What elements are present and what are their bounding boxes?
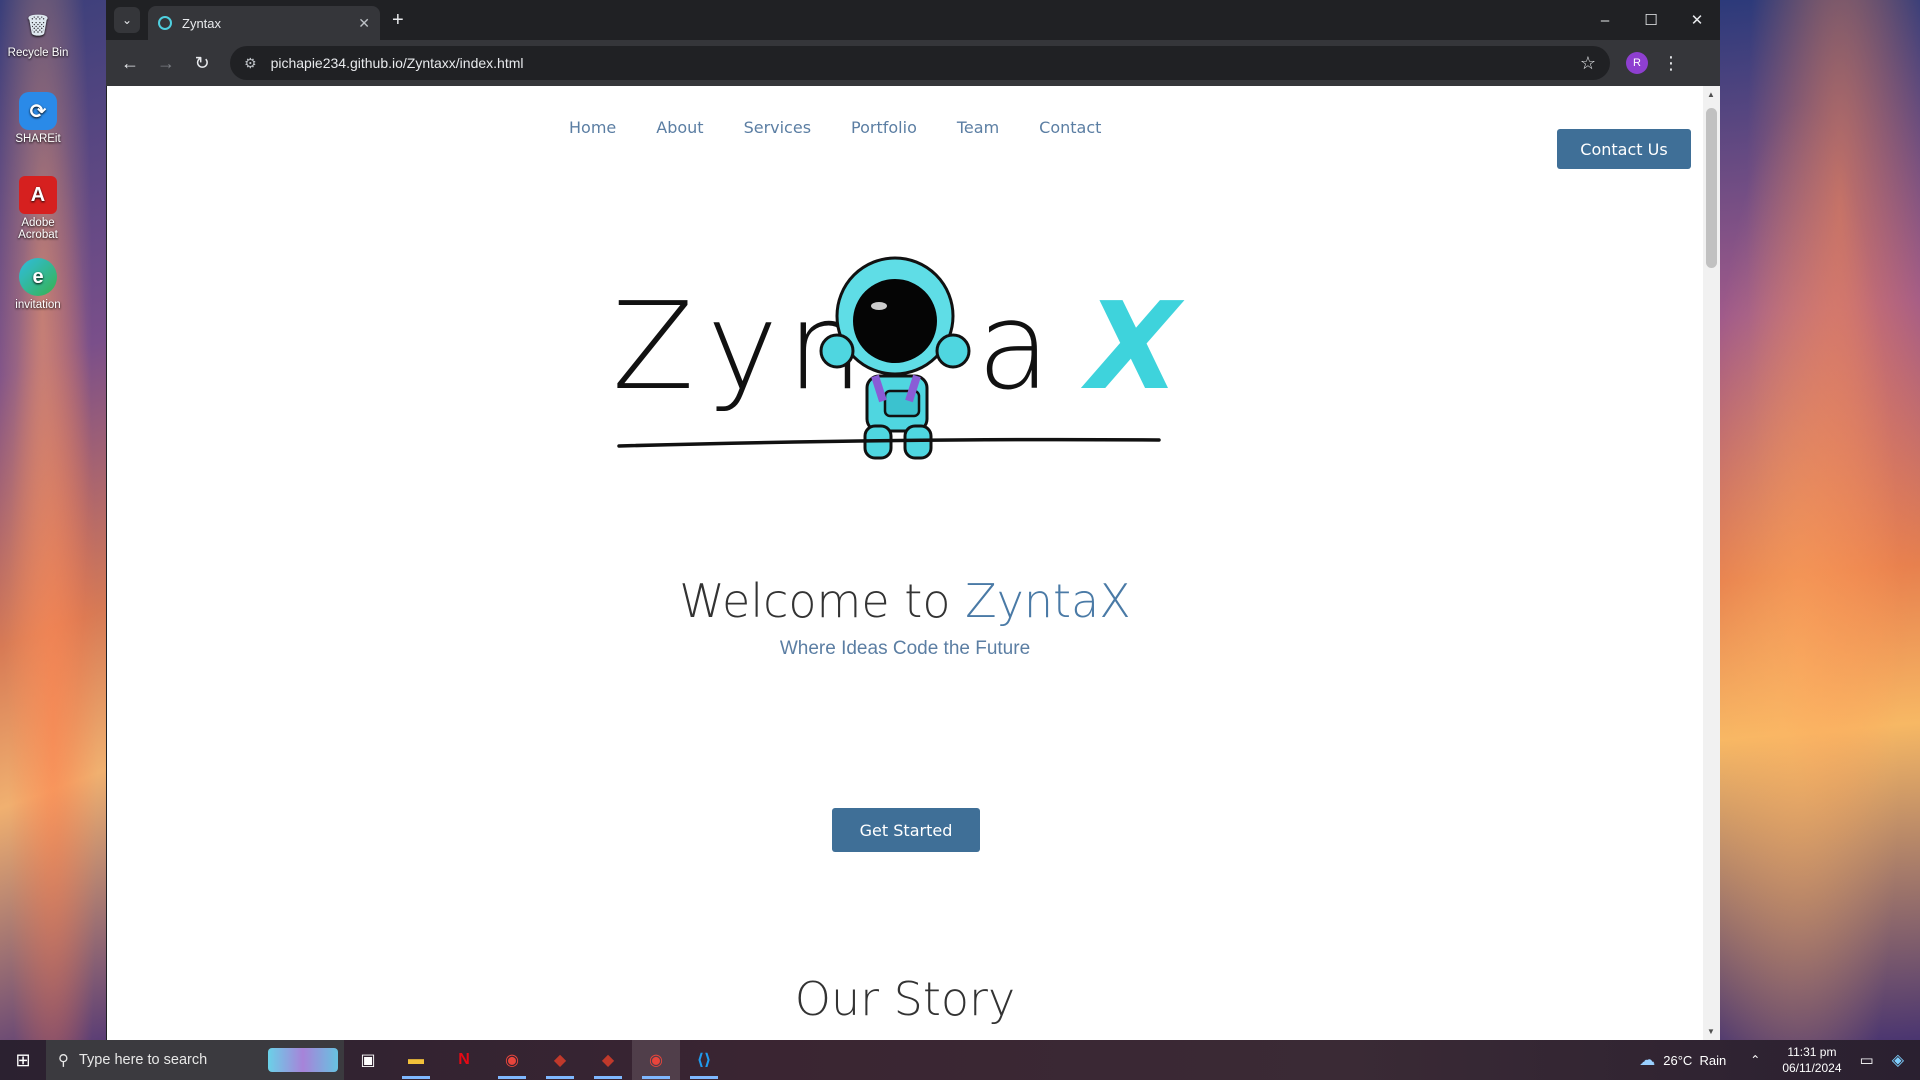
system-tray: ☁ 26°C Rain ⌃ 11:31 pm 06/11/2024 ▭ ◈ — [1639, 1040, 1920, 1080]
nav-link-services[interactable]: Services — [744, 118, 811, 137]
task-view-icon[interactable]: ▣ — [344, 1040, 392, 1080]
weather-widget[interactable]: ☁ 26°C Rain — [1639, 1050, 1726, 1070]
recycle-bin-icon: 🗑 — [25, 14, 51, 37]
desktop-icon-label: invitation — [15, 299, 61, 311]
desktop-icon-shareit[interactable]: ⟳ SHAREit — [4, 92, 72, 145]
chrome-icon[interactable]: ◉ — [488, 1040, 536, 1080]
reload-button[interactable]: ↻ — [186, 47, 218, 79]
game-app-icon[interactable]: ◆ — [536, 1040, 584, 1080]
tab-search-button[interactable]: ⌄ — [114, 7, 140, 33]
new-tab-button[interactable]: + — [392, 10, 404, 30]
desktop-icon-label: SHAREit — [15, 133, 61, 145]
windows-taskbar: ⊞ ⚲ Type here to search ▣ ▬ N ◉ ◆ ◆ ◉ ⟨⟩… — [0, 1040, 1920, 1080]
logo-underline — [617, 437, 1161, 448]
page-viewport: Home About Services Portfolio Team Conta… — [107, 86, 1703, 1040]
nav-link-portfolio[interactable]: Portfolio — [851, 118, 917, 137]
contact-us-button[interactable]: Contact Us — [1557, 129, 1691, 169]
logo-letter-z: Z — [612, 278, 713, 417]
desktop-icon-label: Adobe Acrobat — [18, 217, 58, 241]
logo-letter-x: X — [1087, 278, 1180, 417]
nav-link-home[interactable]: Home — [569, 118, 616, 137]
nav-link-team[interactable]: Team — [957, 118, 999, 137]
scroll-up-icon[interactable]: ▲ — [1707, 90, 1715, 99]
our-story-heading: Our Story — [794, 972, 1016, 1026]
show-hidden-icons-icon[interactable]: ⌃ — [1750, 1053, 1760, 1067]
forward-button[interactable]: → — [150, 47, 182, 79]
desktop-icon-recycle-bin[interactable]: 🗑 Recycle Bin — [4, 6, 72, 60]
rain-cloud-icon: ☁ — [1639, 1052, 1656, 1069]
acrobat-icon: A — [19, 176, 57, 214]
page-scrollbar[interactable]: ▲ ▼ — [1703, 86, 1720, 1040]
profile-avatar[interactable]: R — [1626, 52, 1648, 74]
site-navigation: Home About Services Portfolio Team Conta… — [107, 106, 1703, 169]
tab-close-icon[interactable]: ✕ — [358, 15, 370, 32]
logo-letter-y: y — [707, 278, 797, 417]
edge-icon: e — [19, 258, 57, 296]
site-favicon-icon — [158, 16, 172, 30]
close-window-button[interactable]: ✕ — [1674, 0, 1720, 40]
desktop-wallpaper-left — [0, 0, 106, 1040]
site-info-icon[interactable]: ⚙ — [244, 55, 257, 72]
clock-date: 06/11/2024 — [1782, 1061, 1842, 1075]
zyntax-logo: Z y n a X — [607, 226, 1207, 466]
hero-title-prefix: Welcome to — [679, 574, 966, 628]
weather-condition: Rain — [1699, 1052, 1727, 1068]
taskbar-search[interactable]: ⚲ Type here to search — [46, 1040, 344, 1080]
nav-link-contact[interactable]: Contact — [1039, 118, 1101, 137]
chrome-profile-icon[interactable]: ◉ — [632, 1040, 680, 1080]
hero-title: Welcome to ZyntaX — [107, 574, 1703, 628]
start-button[interactable]: ⊞ — [0, 1040, 46, 1080]
copilot-icon[interactable]: ◈ — [1892, 1050, 1904, 1070]
desktop-icon-invitation[interactable]: e invitation — [4, 258, 72, 311]
browser-toolbar: ← → ↻ ⚙ pichapie234.github.io/Zyntaxx/in… — [106, 40, 1720, 86]
search-icon: ⚲ — [58, 1052, 69, 1069]
clock-time: 11:31 pm — [1787, 1045, 1837, 1059]
shareit-icon: ⟳ — [19, 92, 57, 130]
game-app-2-icon[interactable]: ◆ — [584, 1040, 632, 1080]
minimize-button[interactable]: – — [1582, 0, 1628, 40]
tab-strip: ⌄ Zyntax ✕ + – ☐ ✕ — [106, 0, 1720, 40]
tab-zyntax[interactable]: Zyntax ✕ — [148, 6, 380, 40]
search-highlight-image — [268, 1048, 338, 1072]
maximize-button[interactable]: ☐ — [1628, 0, 1674, 40]
back-button[interactable]: ← — [114, 47, 146, 79]
desktop-wallpaper-right — [1720, 0, 1920, 1040]
weather-temp: 26°C — [1663, 1052, 1693, 1068]
astronaut-mascot-icon — [819, 256, 971, 460]
get-started-button[interactable]: Get Started — [832, 808, 980, 852]
netflix-icon[interactable]: N — [440, 1040, 488, 1080]
search-placeholder: Type here to search — [79, 1052, 208, 1068]
scrollbar-thumb[interactable] — [1706, 108, 1717, 268]
hero-title-brand: ZyntaX — [965, 574, 1131, 628]
logo-letter-a: a — [977, 278, 1069, 417]
browser-window: ⌄ Zyntax ✕ + – ☐ ✕ ← → ↻ ⚙ pichapie234.g… — [106, 0, 1720, 1040]
address-bar[interactable]: ⚙ pichapie234.github.io/Zyntaxx/index.ht… — [230, 46, 1610, 80]
hero-subtitle: Where Ideas Code the Future — [779, 638, 1031, 659]
desktop-icon-label: Recycle Bin — [7, 47, 69, 59]
notification-center-icon[interactable]: ▭ — [1860, 1051, 1874, 1069]
window-controls: – ☐ ✕ — [1582, 0, 1720, 40]
desktop-icon-adobe-acrobat[interactable]: A Adobe Acrobat — [4, 176, 72, 241]
tab-title: Zyntax — [182, 15, 222, 31]
file-explorer-icon[interactable]: ▬ — [392, 1040, 440, 1080]
bookmark-star-icon[interactable]: ☆ — [1580, 53, 1596, 74]
scroll-down-icon[interactable]: ▼ — [1707, 1027, 1715, 1036]
vscode-icon[interactable]: ⟨⟩ — [680, 1040, 728, 1080]
taskbar-clock[interactable]: 11:31 pm 06/11/2024 — [1782, 1044, 1841, 1076]
url-text: pichapie234.github.io/Zyntaxx/index.html — [270, 55, 524, 71]
browser-menu-icon[interactable]: ⋮ — [1662, 53, 1680, 74]
nav-link-about[interactable]: About — [656, 118, 703, 137]
